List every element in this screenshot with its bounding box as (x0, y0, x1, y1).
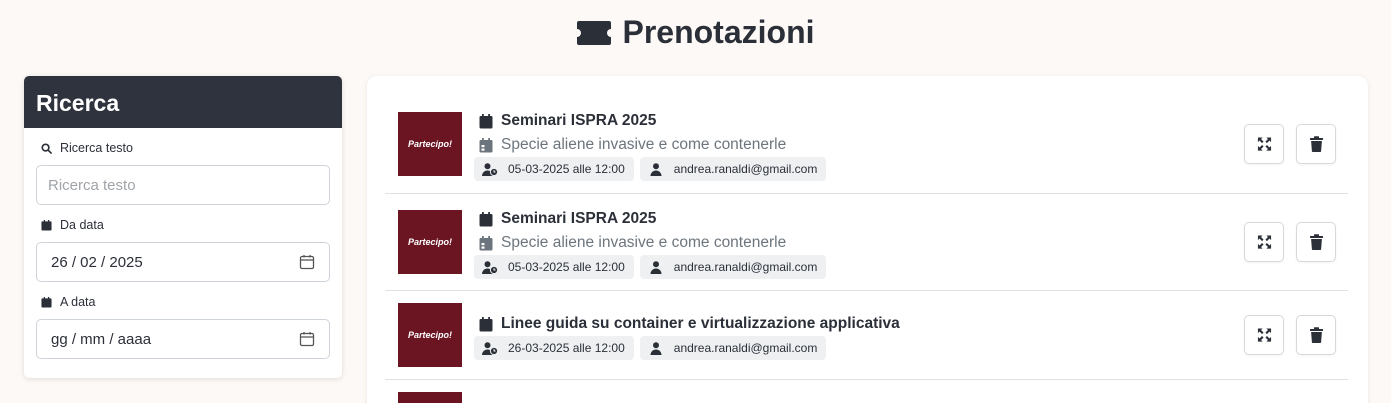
booking-subtitle: Specie aliene invasive e come contenerle (479, 234, 786, 252)
datetime-badge: 26-03-2025 alle 12:00 (474, 336, 634, 360)
user-clock-icon (482, 162, 498, 176)
expand-icon (1257, 235, 1271, 249)
calendar-icon (479, 235, 493, 250)
booking-row (385, 380, 1348, 403)
search-icon (41, 142, 52, 154)
booking-row: Partecipo! Seminari ISPRA 2025 Specie al… (385, 194, 1348, 291)
trash-icon (1309, 136, 1323, 152)
expand-button[interactable] (1244, 124, 1284, 164)
booking-badges: 05-03-2025 alle 12:00 andrea.ranaldi@gma… (474, 255, 827, 279)
calendar-icon (479, 113, 493, 128)
event-logo: Partecipo! (398, 210, 462, 274)
calendar-icon (479, 211, 493, 226)
email-badge: andrea.ranaldi@gmail.com (639, 157, 827, 181)
search-panel-title: Ricerca (24, 76, 342, 128)
booking-row: Partecipo! Seminari ISPRA 2025 Specie al… (385, 96, 1348, 194)
user-icon (650, 162, 662, 176)
delete-button[interactable] (1296, 315, 1336, 355)
page-title: Prenotazioni (0, 14, 1391, 51)
booking-row: Partecipo! Linee guida su container e vi… (385, 291, 1348, 380)
email-badge: andrea.ranaldi@gmail.com (639, 255, 827, 279)
calendar-icon (41, 219, 52, 231)
from-date-input[interactable]: 26 / 02 / 2025 (36, 242, 330, 282)
trash-icon (1309, 327, 1323, 343)
search-input[interactable]: Ricerca testo (36, 165, 330, 205)
event-logo: Partecipo! (398, 112, 462, 176)
to-date-input[interactable]: gg / mm / aaaa (36, 319, 330, 359)
calendar-icon (41, 296, 52, 308)
event-logo (398, 392, 462, 403)
expand-icon (1257, 328, 1271, 342)
booking-badges: 05-03-2025 alle 12:00 andrea.ranaldi@gma… (474, 157, 827, 181)
datetime-badge: 05-03-2025 alle 12:00 (474, 255, 634, 279)
expand-button[interactable] (1244, 222, 1284, 262)
delete-button[interactable] (1296, 222, 1336, 262)
user-icon (650, 260, 662, 274)
user-icon (650, 341, 662, 355)
trash-icon (1309, 234, 1323, 250)
page-title-text: Prenotazioni (622, 14, 815, 50)
user-clock-icon (482, 341, 498, 355)
event-logo: Partecipo! (398, 303, 462, 367)
datetime-badge: 05-03-2025 alle 12:00 (474, 157, 634, 181)
search-text-label: Ricerca testo (41, 141, 342, 155)
calendar-picker-icon[interactable] (299, 254, 315, 270)
booking-title: Linee guida su container e virtualizzazi… (479, 315, 900, 333)
calendar-icon (479, 316, 493, 331)
ticket-icon (577, 20, 612, 45)
booking-title: Seminari ISPRA 2025 (479, 210, 656, 228)
calendar-picker-icon[interactable] (299, 331, 315, 347)
booking-badges: 26-03-2025 alle 12:00 andrea.ranaldi@gma… (474, 336, 827, 360)
expand-icon (1257, 137, 1271, 151)
to-date-label: A data (41, 295, 342, 309)
user-clock-icon (482, 260, 498, 274)
delete-button[interactable] (1296, 124, 1336, 164)
booking-title: Seminari ISPRA 2025 (479, 112, 656, 130)
from-date-label: Da data (41, 218, 342, 232)
booking-subtitle: Specie aliene invasive e come contenerle (479, 136, 786, 154)
bookings-list: Partecipo! Seminari ISPRA 2025 Specie al… (367, 76, 1368, 403)
search-panel: Ricerca Ricerca testo Ricerca testo Da d… (24, 76, 342, 378)
email-badge: andrea.ranaldi@gmail.com (639, 336, 827, 360)
expand-button[interactable] (1244, 315, 1284, 355)
calendar-icon (479, 137, 493, 152)
